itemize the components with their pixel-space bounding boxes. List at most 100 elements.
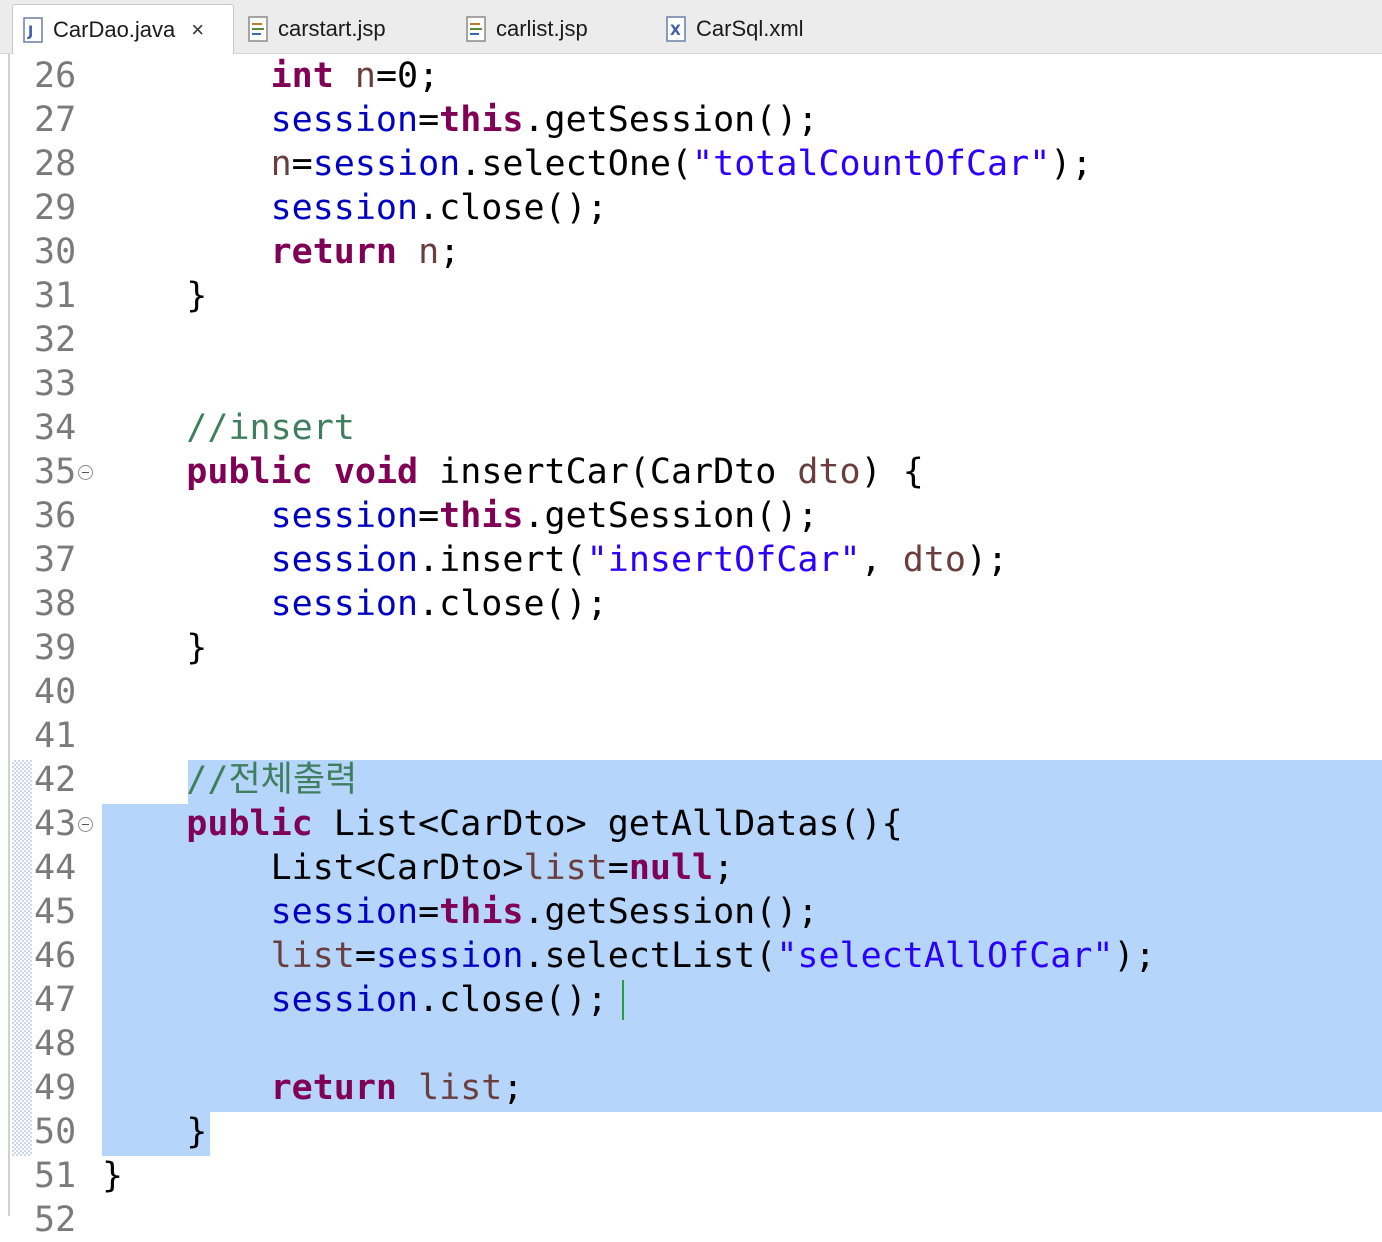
code-token: .getSession(); [523, 496, 819, 536]
code-line[interactable]: 39 } [0, 626, 1382, 670]
code-line[interactable]: 28 n=session.selectOne("totalCountOfCar"… [0, 142, 1382, 186]
code-token: list [418, 1068, 503, 1108]
code-line[interactable]: 44 List<CarDto>list=null; [0, 846, 1382, 890]
code-text: session.close(); [102, 186, 608, 230]
editor-tab-bar: J CarDao.java × carstart.jsp carlist.jsp… [0, 0, 1382, 54]
line-number: 45 [34, 892, 77, 932]
line-number: 46 [34, 936, 77, 976]
code-line[interactable]: 37 session.insert("insertOfCar", dto); [0, 538, 1382, 582]
line-number: 52 [34, 1200, 77, 1240]
code-token: } [102, 1156, 124, 1196]
code-token: ) { [860, 452, 924, 492]
code-line[interactable]: 45 session=this.getSession(); [0, 890, 1382, 934]
tab-cardao-java[interactable]: J CarDao.java × [12, 4, 234, 54]
code-token: = [418, 100, 440, 140]
code-token: return [270, 232, 398, 272]
code-line[interactable]: 50 } [0, 1110, 1382, 1154]
code-text: session.insert("insertOfCar", dto); [102, 538, 1009, 582]
code-line[interactable]: 27 session=this.getSession(); [0, 98, 1382, 142]
code-editor[interactable]: 26 int n=0; 27 session=this.getSession();… [0, 54, 1382, 1240]
code-token: session [270, 892, 419, 932]
code-token: session [270, 584, 419, 624]
code-line[interactable]: 34 //insert [0, 406, 1382, 450]
code-line[interactable]: 51} [0, 1154, 1382, 1198]
code-text: session=this.getSession(); [102, 890, 819, 934]
code-token: session [270, 980, 419, 1020]
code-line[interactable]: 41 [0, 714, 1382, 758]
line-number: 42 [34, 760, 77, 800]
code-line[interactable]: 47 session.close(); [0, 978, 1382, 1022]
line-number: 35 [34, 452, 77, 492]
code-text: session=this.getSession(); [102, 98, 819, 142]
code-line[interactable]: 40 [0, 670, 1382, 714]
code-line[interactable]: 29 session.close(); [0, 186, 1382, 230]
tab-carsql-xml[interactable]: X CarSql.xml [656, 4, 856, 54]
code-line[interactable]: 36 session=this.getSession(); [0, 494, 1382, 538]
line-number: 31 [34, 276, 77, 316]
code-token: ; [439, 232, 461, 272]
code-line[interactable]: 32 [0, 318, 1382, 362]
code-token: session [270, 100, 419, 140]
code-line[interactable]: 33 [0, 362, 1382, 406]
code-token: ; [713, 848, 735, 888]
code-line[interactable]: 52 [0, 1198, 1382, 1242]
code-token: this [439, 496, 524, 536]
code-token: public [186, 804, 313, 844]
code-token: = [354, 936, 376, 976]
code-token: } [102, 628, 208, 668]
tab-label: CarDao.java [53, 16, 176, 42]
code-token: dto [797, 452, 861, 492]
code-line[interactable]: 38 session.close(); [0, 582, 1382, 626]
line-number: 36 [34, 496, 77, 536]
code-token: .selectList( [523, 936, 777, 976]
code-line[interactable]: 26 int n=0; [0, 54, 1382, 98]
tab-label: carlist.jsp [496, 16, 588, 41]
code-text: session.close(); [102, 978, 608, 1022]
line-number: 37 [34, 540, 77, 580]
code-token: n [270, 144, 292, 184]
code-token: void [333, 452, 419, 492]
code-token: = [607, 848, 629, 888]
fold-collapse-icon[interactable] [78, 817, 93, 832]
tab-carstart-jsp[interactable]: carstart.jsp [238, 4, 448, 54]
code-token: List<CarDto> [102, 848, 524, 888]
line-number: 27 [34, 100, 77, 140]
code-line[interactable]: 35 public void insertCar(CarDto dto) { [0, 450, 1382, 494]
code-token: null [628, 848, 714, 888]
fold-collapse-icon[interactable] [78, 465, 93, 480]
code-token: session [270, 540, 419, 580]
code-token: return [270, 1068, 398, 1108]
code-token: n [354, 56, 376, 96]
line-number: 34 [34, 408, 77, 448]
code-line[interactable]: 49 return list; [0, 1066, 1382, 1110]
svg-text:X: X [670, 23, 681, 39]
code-token: session [375, 936, 524, 976]
code-text: public List<CarDto> getAllDatas(){ [102, 802, 902, 846]
close-icon[interactable]: × [191, 17, 204, 43]
code-line[interactable]: 46 list=session.selectList("selectAllOfC… [0, 934, 1382, 978]
code-line[interactable]: 43 public List<CarDto> getAllDatas(){ [0, 802, 1382, 846]
xml-file-icon: X [666, 16, 686, 42]
code-token: this [439, 100, 524, 140]
line-number: 39 [34, 628, 77, 668]
line-number: 41 [34, 716, 77, 756]
code-line[interactable]: 42 //전체출력 [0, 758, 1382, 802]
code-line[interactable]: 48 [0, 1022, 1382, 1066]
code-token: ); [965, 540, 1009, 580]
code-line[interactable]: 30 return n; [0, 230, 1382, 274]
code-line[interactable]: 31 } [0, 274, 1382, 318]
code-token: = [418, 496, 440, 536]
line-number: 32 [34, 320, 77, 360]
tab-label: CarSql.xml [696, 16, 804, 41]
code-token: list [523, 848, 608, 888]
tab-carlist-jsp[interactable]: carlist.jsp [456, 4, 656, 54]
